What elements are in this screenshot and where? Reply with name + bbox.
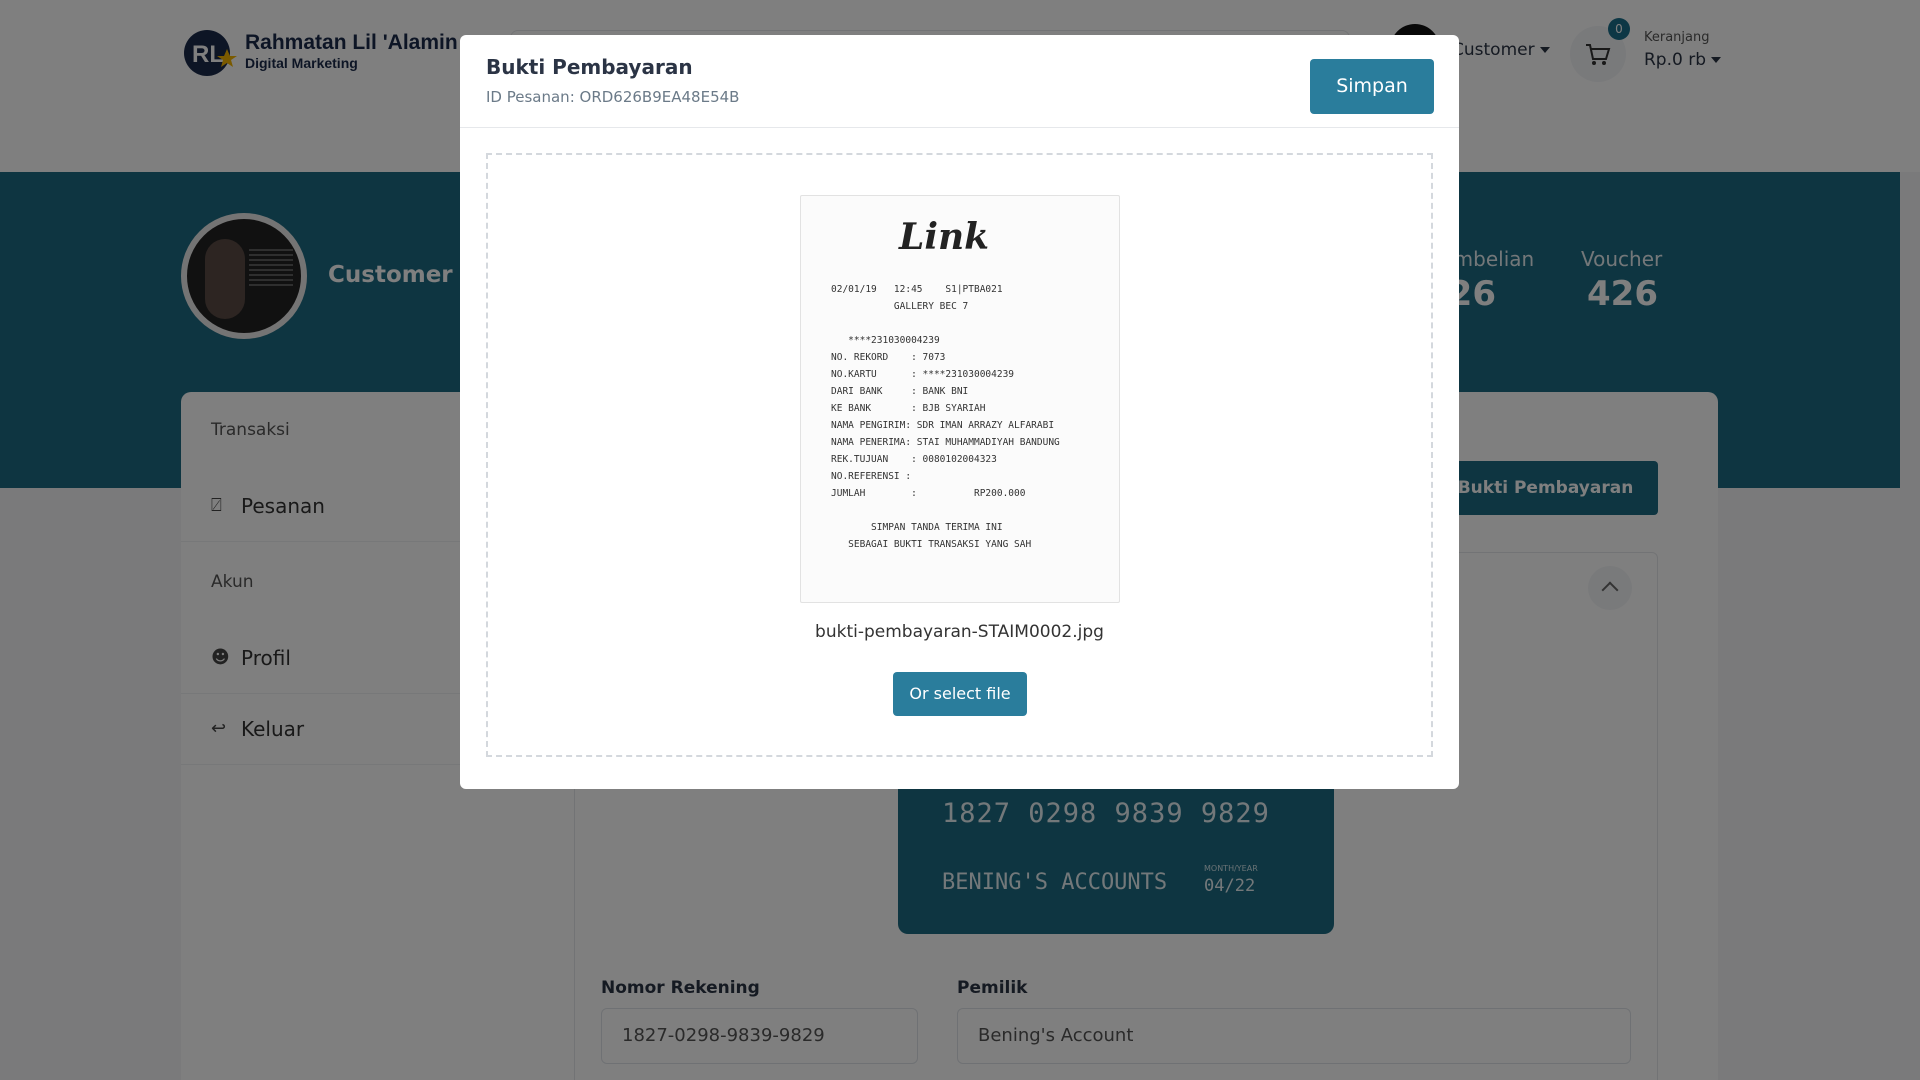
receipt-line: DARI BANK : BANK BNI (831, 386, 969, 397)
receipt-line: GALLERY BEC 7 (831, 301, 969, 312)
modal-title: Bukti Pembayaran (486, 55, 693, 79)
select-file-button[interactable]: Or select file (893, 672, 1027, 716)
receipt-line: NO. REKORD : 7073 (831, 352, 946, 363)
receipt-line: ****231030004239 (831, 335, 940, 346)
payment-proof-modal: Bukti Pembayaran ID Pesanan: ORD626B9EA4… (460, 35, 1459, 789)
order-id: ID Pesanan: ORD626B9EA48E54B (486, 88, 740, 106)
receipt-preview-image: Link 02/01/19 12:45 S1|PTBA021 GALLERY B… (800, 195, 1120, 603)
receipt-line: SEBAGAI BUKTI TRANSAKSI YANG SAH (831, 539, 1032, 550)
receipt-line: KE BANK : BJB SYARIAH (831, 403, 986, 414)
file-name: bukti-pembayaran-STAIM0002.jpg (815, 622, 1104, 642)
receipt-line: NO.KARTU : ****231030004239 (831, 369, 1015, 380)
modal-divider (460, 127, 1459, 128)
receipt-line: 02/01/19 12:45 S1|PTBA021 (831, 284, 1003, 295)
save-button[interactable]: Simpan (1310, 59, 1434, 114)
receipt-line: REK.TUJUAN : 0080102004323 (831, 454, 997, 465)
receipt-brand-logo: Link (899, 216, 990, 258)
receipt-line: NAMA PENGIRIM: SDR IMAN ARRAZY ALFARABI (831, 420, 1055, 431)
receipt-line: JUMLAH : RP200.000 (831, 488, 1026, 499)
receipt-line: SIMPAN TANDA TERIMA INI (831, 522, 1003, 533)
receipt-line: NO.REFERENSI : (831, 471, 912, 482)
receipt-line: NAMA PENERIMA: STAI MUHAMMADIYAH BANDUNG (831, 437, 1060, 448)
